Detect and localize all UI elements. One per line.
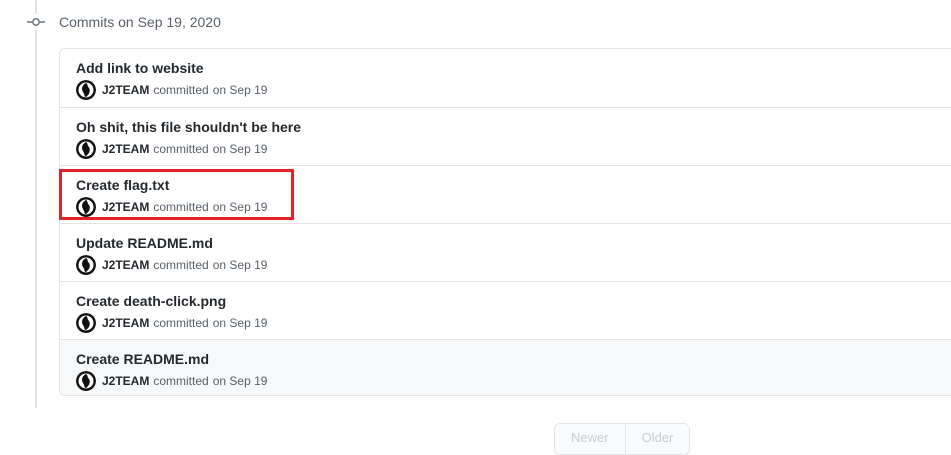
commit-date: on Sep 19 — [212, 258, 268, 272]
commit-date: on Sep 19 — [212, 374, 268, 388]
git-commit-icon — [27, 14, 45, 30]
commit-date: on Sep 19 — [212, 200, 268, 214]
commit-meta: J2TEAM committed on Sep 19 — [76, 197, 267, 217]
commit-verb: committed — [153, 258, 209, 272]
commit-author[interactable]: J2TEAM — [102, 83, 149, 97]
commit-meta: J2TEAM committed on Sep 19 — [76, 80, 267, 100]
commit-meta: J2TEAM committed on Sep 19 — [76, 313, 267, 333]
newer-button[interactable]: Newer — [555, 424, 625, 454]
commit-title-link[interactable]: Create death-click.png — [76, 292, 226, 310]
commit-author[interactable]: J2TEAM — [102, 200, 149, 214]
commit-verb: committed — [153, 83, 209, 97]
commit-row[interactable]: Create death-click.png J2TEAM committed … — [60, 281, 951, 339]
avatar[interactable] — [76, 197, 96, 217]
timeline-line — [35, 0, 37, 408]
commit-meta: J2TEAM committed on Sep 19 — [76, 371, 267, 391]
commit-date: on Sep 19 — [212, 316, 268, 330]
commit-title-link[interactable]: Create flag.txt — [76, 176, 169, 194]
commit-verb: committed — [153, 374, 209, 388]
commit-author[interactable]: J2TEAM — [102, 374, 149, 388]
avatar[interactable] — [76, 371, 96, 391]
older-button[interactable]: Older — [624, 424, 690, 454]
pagination: Newer Older — [554, 423, 691, 455]
commit-title-link[interactable]: Update README.md — [76, 234, 213, 252]
commit-date: on Sep 19 — [212, 142, 268, 156]
commit-author[interactable]: J2TEAM — [102, 258, 149, 272]
commit-title-link[interactable]: Create README.md — [76, 350, 209, 368]
commit-title-link[interactable]: Add link to website — [76, 59, 204, 77]
commit-verb: committed — [153, 316, 209, 330]
avatar[interactable] — [76, 313, 96, 333]
avatar[interactable] — [76, 139, 96, 159]
commit-row[interactable]: Oh shit, this file shouldn't be here J2T… — [60, 107, 951, 165]
commit-date: on Sep 19 — [212, 83, 268, 97]
commit-group-title: Commits on Sep 19, 2020 — [59, 14, 221, 30]
commit-title-link[interactable]: Oh shit, this file shouldn't be here — [76, 118, 301, 136]
commit-row[interactable]: Create README.md J2TEAM committed on Sep… — [60, 339, 951, 395]
avatar[interactable] — [76, 255, 96, 275]
avatar[interactable] — [76, 80, 96, 100]
commit-meta: J2TEAM committed on Sep 19 — [76, 255, 267, 275]
commit-row[interactable]: Add link to website J2TEAM committed on … — [60, 49, 951, 107]
commit-author[interactable]: J2TEAM — [102, 142, 149, 156]
commit-row[interactable]: Update README.md J2TEAM committed on Sep… — [60, 223, 951, 281]
commit-verb: committed — [153, 142, 209, 156]
commit-row[interactable]: Create flag.txt J2TEAM committed on Sep … — [60, 165, 951, 223]
commit-list: Add link to website J2TEAM committed on … — [59, 48, 951, 396]
commit-meta: J2TEAM committed on Sep 19 — [76, 139, 267, 159]
commit-verb: committed — [153, 200, 209, 214]
commit-author[interactable]: J2TEAM — [102, 316, 149, 330]
